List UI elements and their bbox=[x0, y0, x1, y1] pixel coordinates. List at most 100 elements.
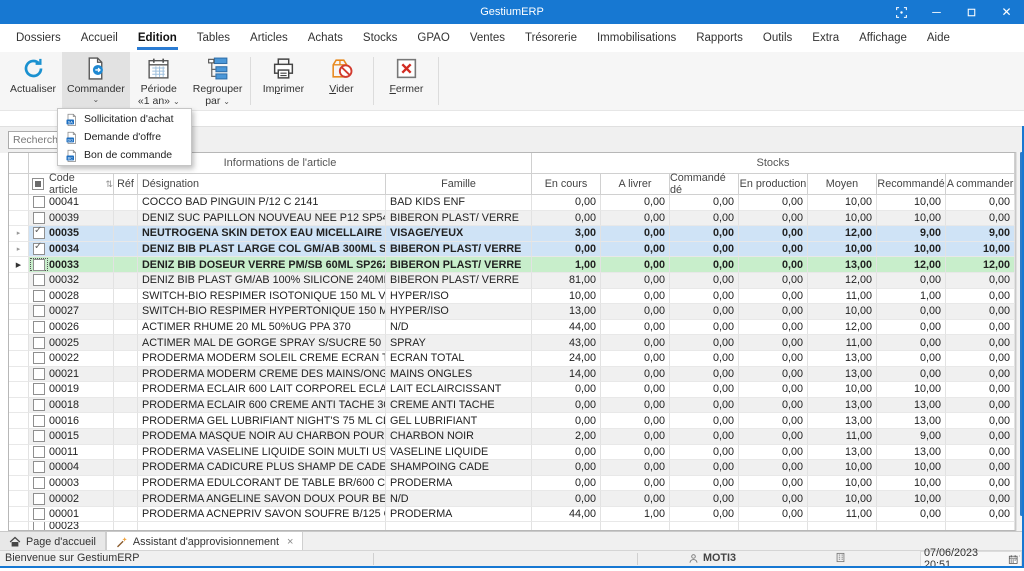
period-button[interactable]: Période «1 an» ⌄ bbox=[130, 52, 188, 110]
row-checkbox[interactable] bbox=[33, 259, 45, 271]
table-row[interactable]: ▶00033DENIZ BIB DOSEUR VERRE PM/SB 60ML … bbox=[9, 257, 1015, 273]
row-checkbox[interactable] bbox=[33, 290, 45, 302]
close-view-button[interactable]: Fermer bbox=[377, 52, 435, 110]
menu-item-tr-sorerie[interactable]: Trésorerie bbox=[515, 24, 587, 52]
code-cell[interactable]: 00026 bbox=[29, 320, 114, 336]
close-button[interactable]: ✕ bbox=[989, 0, 1024, 24]
menu-item-outils[interactable]: Outils bbox=[753, 24, 802, 52]
tab-page-d-accueil[interactable]: Page d'accueil bbox=[0, 532, 106, 551]
menu-item-bc[interactable]: BCBon de commande bbox=[58, 146, 191, 164]
row-checkbox[interactable] bbox=[33, 227, 45, 239]
code-cell[interactable]: 00021 bbox=[29, 367, 114, 383]
group-by-button[interactable]: Regrouper par ⌄ bbox=[188, 52, 248, 110]
table-row[interactable]: 00019PRODERMA ECLAIR 600 LAIT CORPOREL E… bbox=[9, 382, 1015, 398]
table-row[interactable]: 00027SWITCH-BIO RESPIMER HYPERTONIQUE 15… bbox=[9, 304, 1015, 320]
code-cell[interactable]: 00022 bbox=[29, 351, 114, 367]
code-cell[interactable]: 00034 bbox=[29, 242, 114, 258]
row-checkbox[interactable] bbox=[33, 352, 45, 364]
table-row[interactable]: 00003PRODERMA EDULCORANT DE TABLE BR/600… bbox=[9, 476, 1015, 492]
menu-item-dossiers[interactable]: Dossiers bbox=[6, 24, 71, 52]
menu-item-immobilisations[interactable]: Immobilisations bbox=[587, 24, 686, 52]
table-row[interactable]: 00001PRODERMA ACNEPRIV SAVON SOUFRE B/12… bbox=[9, 507, 1015, 523]
minimize-button[interactable]: ─ bbox=[919, 0, 954, 24]
status-datetime[interactable]: 07/06/2023 20:51 bbox=[920, 551, 1022, 567]
close-tab-icon[interactable]: × bbox=[287, 536, 293, 548]
table-row[interactable]: 00032DENIZ BIB PLAST GM/AB 100% SILICONE… bbox=[9, 273, 1015, 289]
table-row[interactable]: 00021PRODERMA MODERM CREME DES MAINS/ONG… bbox=[9, 367, 1015, 383]
table-row[interactable]: 00041COCCO BAD PINGUIN P/12 C 2141BAD KI… bbox=[9, 195, 1015, 211]
column-header-code[interactable]: Code article ⇅ bbox=[29, 174, 114, 195]
column-header-designation[interactable]: Désignation bbox=[138, 174, 386, 195]
row-checkbox[interactable] bbox=[33, 212, 45, 224]
column-header-stock[interactable]: En production bbox=[739, 174, 808, 195]
menu-item-achats[interactable]: Achats bbox=[298, 24, 353, 52]
code-cell[interactable]: 00011 bbox=[29, 445, 114, 461]
menu-item-affichage[interactable]: Affichage bbox=[849, 24, 917, 52]
menu-item-ventes[interactable]: Ventes bbox=[460, 24, 515, 52]
table-row[interactable]: 00015PRODEMA MASQUE NOIR AU CHARBON POUR… bbox=[9, 429, 1015, 445]
menu-item-gpao[interactable]: GPAO bbox=[407, 24, 459, 52]
code-cell[interactable]: 00001 bbox=[29, 507, 114, 523]
table-row[interactable]: 00026ACTIMER RHUME 20 ML 50%UG PPA 370N/… bbox=[9, 320, 1015, 336]
row-checkbox[interactable] bbox=[33, 383, 45, 395]
code-cell[interactable]: 00016 bbox=[29, 413, 114, 429]
code-cell[interactable]: 00041 bbox=[29, 195, 114, 211]
fit-screen-icon[interactable] bbox=[884, 0, 919, 24]
print-button[interactable]: Imprimer bbox=[254, 52, 312, 110]
tab-assistant-d-approvisionnement[interactable]: Assistant d'approvisionnement× bbox=[106, 532, 304, 551]
menu-item-do[interactable]: DODemande d'offre bbox=[58, 128, 191, 146]
row-checkbox[interactable] bbox=[33, 196, 45, 208]
column-header-ref[interactable]: Réf bbox=[114, 174, 138, 195]
table-row[interactable]: ▸00035NEUTROGENA SKIN DETOX EAU MICELLAI… bbox=[9, 226, 1015, 242]
table-row[interactable]: 00023 bbox=[9, 522, 1015, 531]
row-checkbox[interactable] bbox=[33, 321, 45, 333]
column-header-stock[interactable]: A livrer bbox=[601, 174, 670, 195]
table-row[interactable]: 00004PRODERMA CADICURE PLUS SHAMP DE CAD… bbox=[9, 460, 1015, 476]
table-row[interactable]: 00011PRODERMA VASELINE LIQUIDE SOIN MULT… bbox=[9, 445, 1015, 461]
table-row[interactable]: 00028SWITCH-BIO RESPIMER ISOTONIQUE 150 … bbox=[9, 289, 1015, 305]
menu-item-edition[interactable]: Edition bbox=[128, 24, 187, 52]
select-all-checkbox[interactable] bbox=[32, 178, 44, 190]
code-cell[interactable]: 00018 bbox=[29, 398, 114, 414]
table-row[interactable]: 00018PRODERMA ECLAIR 600 CREME ANTI TACH… bbox=[9, 398, 1015, 414]
row-checkbox[interactable] bbox=[33, 493, 45, 505]
table-row[interactable]: 00025ACTIMER MAL DE GORGE SPRAY S/SUCRE … bbox=[9, 335, 1015, 351]
row-checkbox[interactable] bbox=[33, 368, 45, 380]
column-header-stock[interactable]: En cours bbox=[532, 174, 601, 195]
table-row[interactable]: ▸00034DENIZ BIB PLAST LARGE COL GM/AB 30… bbox=[9, 242, 1015, 258]
menu-item-tables[interactable]: Tables bbox=[187, 24, 240, 52]
code-cell[interactable]: 00039 bbox=[29, 211, 114, 227]
code-cell[interactable]: 00004 bbox=[29, 460, 114, 476]
column-header-stock[interactable]: Commandé dé bbox=[670, 174, 739, 195]
menu-item-extra[interactable]: Extra bbox=[802, 24, 849, 52]
row-checkbox[interactable] bbox=[33, 522, 45, 531]
maximize-button[interactable] bbox=[954, 0, 989, 24]
sort-icon[interactable]: ⇅ bbox=[105, 179, 113, 190]
code-cell[interactable]: 00033 bbox=[29, 257, 114, 273]
code-cell[interactable]: 00003 bbox=[29, 476, 114, 492]
clear-button[interactable]: Vider bbox=[312, 52, 370, 110]
row-checkbox[interactable] bbox=[33, 337, 45, 349]
code-cell[interactable]: 00015 bbox=[29, 429, 114, 445]
table-row[interactable]: 00016PRODERMA GEL LUBRIFIANT NIGHT'S 75 … bbox=[9, 413, 1015, 429]
row-checkbox[interactable] bbox=[33, 430, 45, 442]
menu-item-articles[interactable]: Articles bbox=[240, 24, 298, 52]
row-checkbox[interactable] bbox=[33, 446, 45, 458]
code-cell[interactable]: 00028 bbox=[29, 289, 114, 305]
menu-item-aide[interactable]: Aide bbox=[917, 24, 960, 52]
row-checkbox[interactable] bbox=[33, 243, 45, 255]
code-cell[interactable]: 00035 bbox=[29, 226, 114, 242]
code-cell[interactable]: 00002 bbox=[29, 491, 114, 507]
refresh-button[interactable]: Actualiser bbox=[4, 52, 62, 110]
table-row[interactable]: 00022PRODERMA MODERM SOLEIL CREME ECRAN … bbox=[9, 351, 1015, 367]
menu-item-sa[interactable]: SASollicitation d'achat bbox=[58, 110, 191, 128]
column-header-famille[interactable]: Famille bbox=[386, 174, 532, 195]
row-checkbox[interactable] bbox=[33, 508, 45, 520]
row-checkbox[interactable] bbox=[33, 274, 45, 286]
table-row[interactable]: 00039DENIZ SUC PAPILLON NOUVEAU NEE P12 … bbox=[9, 211, 1015, 227]
articles-grid[interactable]: Informations de l'article Stocks Code ar… bbox=[8, 152, 1016, 531]
row-checkbox[interactable] bbox=[33, 305, 45, 317]
code-cell[interactable]: 00032 bbox=[29, 273, 114, 289]
row-checkbox[interactable] bbox=[33, 477, 45, 489]
resize-grip[interactable]: ⋰ bbox=[1012, 554, 1020, 565]
